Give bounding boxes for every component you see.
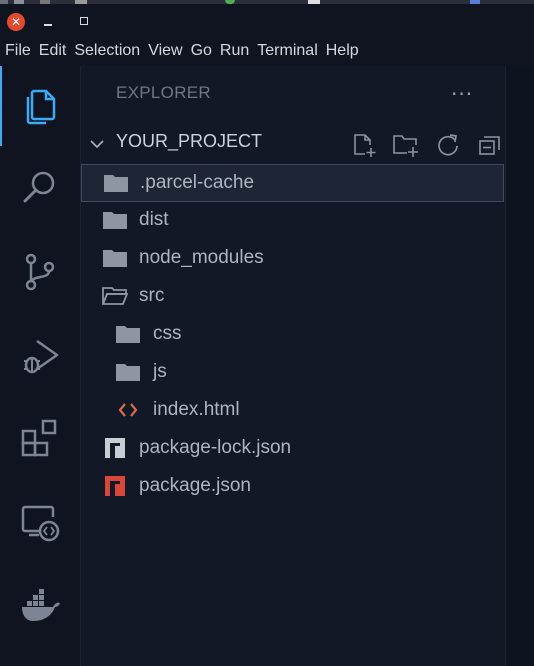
folder-icon bbox=[115, 359, 141, 385]
folder-icon bbox=[103, 170, 129, 196]
menu-selection[interactable]: Selection bbox=[74, 42, 140, 60]
tree-item-package-lock[interactable]: package-lock.json bbox=[81, 430, 503, 466]
new-file-button[interactable] bbox=[343, 130, 385, 160]
menu-terminal[interactable]: Terminal bbox=[257, 42, 317, 60]
tree-item-package-json[interactable]: package.json bbox=[81, 468, 503, 504]
tree-item-label: package.json bbox=[139, 475, 251, 496]
menu-run[interactable]: Run bbox=[220, 42, 249, 60]
explorer-title: EXPLORER bbox=[116, 83, 211, 102]
npm-icon bbox=[102, 473, 128, 499]
activity-run-debug[interactable] bbox=[0, 326, 80, 386]
tree-item-css[interactable]: css bbox=[81, 316, 503, 352]
folder-icon bbox=[115, 321, 141, 347]
editor-area-edge bbox=[505, 66, 534, 666]
tree-item-index-html[interactable]: index.html bbox=[81, 392, 503, 428]
folder-open-icon bbox=[102, 283, 128, 309]
new-folder-icon bbox=[393, 135, 418, 157]
maximize-window-button[interactable] bbox=[80, 17, 88, 25]
tree-item-dist[interactable]: dist bbox=[81, 202, 503, 238]
tree-item-node-modules[interactable]: node_modules bbox=[81, 240, 503, 276]
npm-lock-icon bbox=[102, 435, 128, 461]
folder-icon bbox=[102, 245, 128, 271]
extensions-icon bbox=[21, 419, 57, 457]
chevron-down-icon bbox=[90, 140, 104, 149]
files-icon bbox=[26, 89, 56, 125]
menu-view[interactable]: View bbox=[148, 42, 182, 60]
run-debug-icon bbox=[24, 339, 59, 374]
new-folder-button[interactable] bbox=[385, 130, 427, 160]
collapse-all-icon bbox=[479, 136, 500, 155]
remote-explorer-icon bbox=[21, 505, 60, 542]
activity-remote-explorer[interactable] bbox=[0, 492, 80, 552]
tree-item-label: css bbox=[153, 323, 182, 344]
refresh-button[interactable] bbox=[427, 130, 469, 160]
menu-edit[interactable]: Edit bbox=[39, 42, 67, 60]
tree-item-label: node_modules bbox=[139, 247, 264, 268]
explorer-sidebar: EXPLORER ... YOUR_PROJECT .parcel-cache … bbox=[81, 66, 505, 666]
new-file-icon bbox=[354, 134, 376, 157]
search-icon bbox=[23, 171, 55, 203]
project-actions bbox=[343, 130, 511, 160]
tree-item-label: package-lock.json bbox=[139, 437, 292, 458]
tree-item-js[interactable]: js bbox=[81, 354, 503, 390]
activity-bar bbox=[0, 66, 81, 666]
menu-go[interactable]: Go bbox=[191, 42, 212, 60]
more-actions-button[interactable]: ... bbox=[451, 76, 473, 100]
project-name: YOUR_PROJECT bbox=[116, 131, 263, 151]
folder-icon bbox=[102, 207, 128, 233]
title-bar: ✕ bbox=[0, 4, 534, 38]
source-control-icon bbox=[25, 253, 55, 291]
activity-extensions[interactable] bbox=[0, 408, 80, 468]
tree-item-label: src bbox=[139, 285, 165, 306]
menu-bar: File Edit Selection View Go Run Terminal… bbox=[0, 38, 534, 64]
close-window-button[interactable]: ✕ bbox=[7, 13, 25, 31]
tree-item-label: js bbox=[153, 361, 167, 382]
html-file-icon bbox=[115, 397, 141, 423]
minimize-window-button[interactable] bbox=[44, 24, 52, 26]
tree-item-label: index.html bbox=[153, 399, 240, 420]
docker-icon bbox=[22, 589, 60, 621]
tree-item-label: .parcel-cache bbox=[140, 172, 255, 193]
refresh-icon bbox=[438, 134, 458, 156]
menu-file[interactable]: File bbox=[5, 42, 31, 60]
activity-source-control[interactable] bbox=[0, 242, 80, 302]
menu-help[interactable]: Help bbox=[326, 42, 359, 60]
project-header[interactable]: YOUR_PROJECT bbox=[81, 130, 505, 157]
activity-docker[interactable] bbox=[0, 576, 80, 636]
tree-item-src[interactable]: src bbox=[81, 278, 503, 314]
activity-search[interactable] bbox=[0, 158, 80, 218]
tree-item-label: dist bbox=[139, 209, 169, 230]
activity-explorer[interactable] bbox=[0, 76, 80, 136]
tree-item-parcel-cache[interactable]: .parcel-cache bbox=[81, 164, 504, 202]
